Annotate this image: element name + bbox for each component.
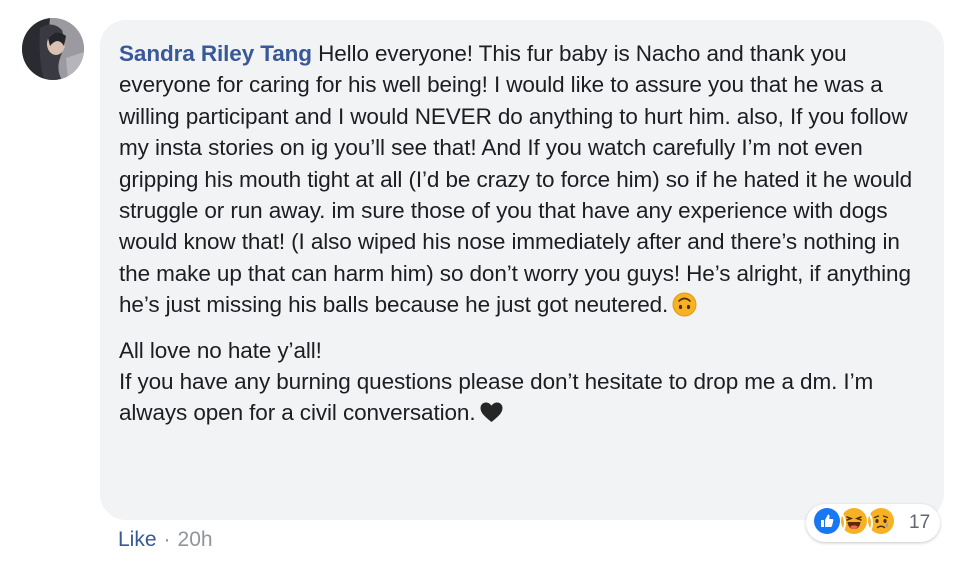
- avatar[interactable]: [22, 18, 84, 80]
- comment-paragraph-1: Sandra Riley Tang Hello everyone! This f…: [119, 38, 924, 321]
- comment-actions: Like · 20h: [118, 528, 213, 552]
- comment-paragraph-2: All love no hate y’all! If you have any …: [119, 335, 924, 429]
- reaction-count: 17: [909, 512, 931, 533]
- comment-body-text: Hello everyone! This fur baby is Nacho a…: [119, 41, 919, 318]
- like-icon: [812, 506, 846, 540]
- comment-bubble: Sandra Riley Tang Hello everyone! This f…: [100, 20, 944, 520]
- like-button[interactable]: Like: [118, 528, 157, 552]
- comment-timestamp[interactable]: 20h: [178, 528, 213, 552]
- avatar-photo: [22, 18, 84, 80]
- black-heart-icon: [479, 400, 504, 425]
- comment-author-link[interactable]: Sandra Riley Tang: [119, 41, 312, 66]
- comment-line-1: All love no hate y’all!: [119, 337, 322, 363]
- upside-down-face-icon: [672, 292, 697, 317]
- reactions-summary[interactable]: 17: [806, 504, 940, 542]
- separator-dot: ·: [163, 528, 171, 551]
